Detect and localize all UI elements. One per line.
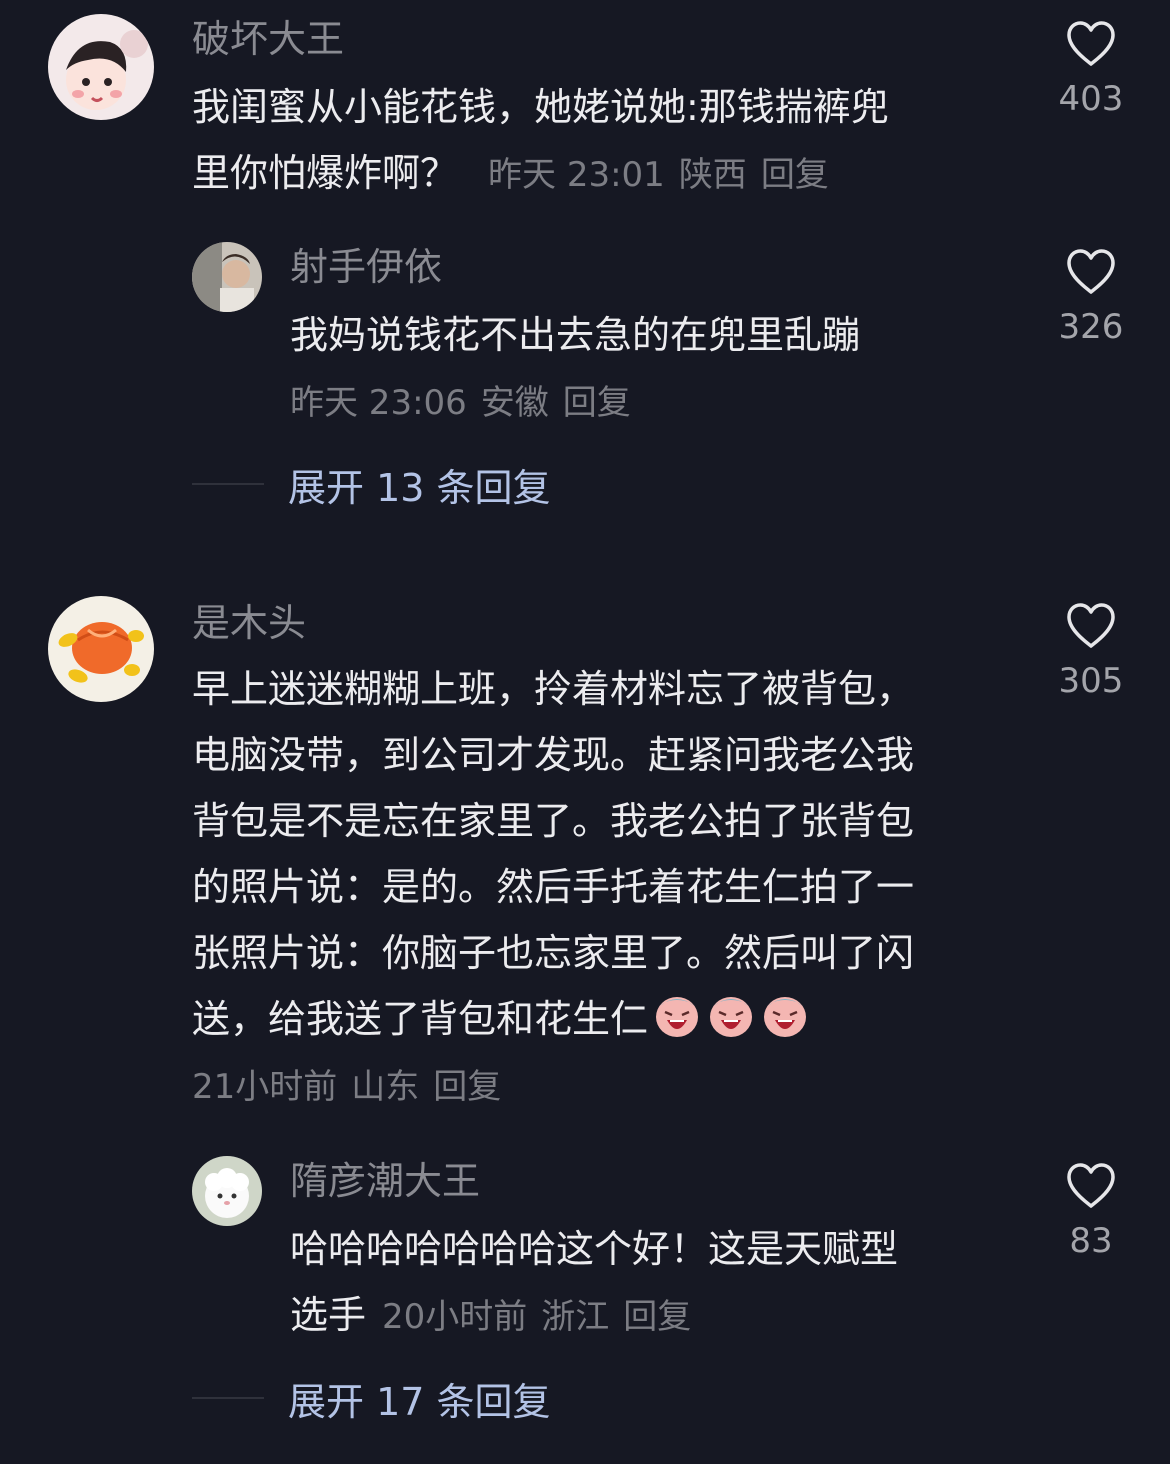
crying-laughing-emoji-icon [656,997,699,1037]
reply-username[interactable]: 射手伊依 [290,248,442,286]
comment-username[interactable]: 破坏大王 [192,20,344,58]
comment-line: 电脑没带，到公司才发现。赶紧问我老公我 [192,733,915,777]
reply-line: 选手 [290,1293,367,1337]
comment-line: 送，给我送了背包和花生仁 [192,997,649,1041]
like-button[interactable]: 326 [1058,248,1124,344]
reply-location: 安徽 [480,383,549,423]
comment-meta: 21小时前 山东 回复 [192,1070,501,1104]
reply-username[interactable]: 隋彦潮大王 [290,1162,480,1200]
comment-username[interactable]: 是木头 [192,604,306,642]
like-count: 305 [1058,661,1124,701]
reply-meta: 20小时前 浙江 回复 [382,1297,691,1337]
reply-time: 20小时前 [382,1297,528,1337]
like-button[interactable]: 305 [1058,602,1124,698]
heart-icon [1067,21,1115,66]
reply-button[interactable]: 回复 [623,1297,691,1337]
comment-text: 早上迷迷糊糊上班，拎着材料忘了被背包， 电脑没带，到公司才发现。赶紧问我老公我 … [192,656,914,1052]
like-button[interactable]: 83 [1058,1162,1124,1258]
reply-line: 哈哈哈哈哈哈哈这个好！这是天赋型 [290,1227,899,1271]
reply-button[interactable]: 回复 [433,1067,501,1107]
crying-laughing-emoji-icon [710,997,753,1037]
expand-replies-label[interactable]: 展开 13 条回复 [288,457,551,512]
avatar[interactable] [192,242,262,312]
comment-time: 21小时前 [192,1067,338,1107]
comment-line: 的照片说：是的。然后手托着花生仁拍了一 [192,865,915,909]
reply-button[interactable]: 回复 [563,383,631,423]
reply-text: 哈哈哈哈哈哈哈这个好！这是天赋型 选手 20小时前 浙江 回复 [290,1216,898,1350]
heart-icon [1067,603,1115,648]
reply-meta: 昨天 23:06 安徽 回复 [290,386,631,420]
reply-button[interactable]: 回复 [761,155,829,195]
like-count: 403 [1058,79,1124,119]
avatar[interactable] [192,1156,262,1226]
comment-meta: 昨天 23:01 陕西 回复 [488,155,829,195]
like-count: 83 [1069,1221,1113,1261]
reply-location: 浙江 [541,1297,610,1337]
divider [192,483,264,485]
comment-line: 背包是不是忘在家里了。我老公拍了张背包 [192,799,915,843]
reply-time: 昨天 23:06 [290,383,467,423]
comment-text: 我闺蜜从小能花钱，她姥说她:那钱揣裤兜 里你怕爆炸啊？ 昨天 23:01 陕西 回复 [192,74,889,208]
expand-replies-button[interactable]: 展开 17 条回复 [192,1368,551,1428]
comment-line: 里你怕爆炸啊？ [192,151,459,195]
expand-replies-button[interactable]: 展开 13 条回复 [192,454,551,514]
divider [192,1397,264,1399]
comment-location: 山东 [351,1067,420,1107]
expand-replies-label[interactable]: 展开 17 条回复 [288,1371,551,1426]
comment-line: 张照片说：你脑子也忘家里了。然后叫了闪 [192,931,915,975]
comment-location: 陕西 [678,155,747,195]
like-count: 326 [1058,307,1124,347]
comment-list: 破坏大王 我闺蜜从小能花钱，她姥说她:那钱揣裤兜 里你怕爆炸啊？ 昨天 23:01… [0,0,1170,1464]
comment-line: 早上迷迷糊糊上班，拎着材料忘了被背包， [192,667,915,711]
heart-icon [1067,249,1115,294]
avatar[interactable] [48,14,154,120]
avatar[interactable] [48,596,154,702]
comment-time: 昨天 23:01 [488,155,665,195]
reply-text: 我妈说钱花不出去急的在兜里乱蹦 [290,313,861,357]
like-button[interactable]: 403 [1058,20,1124,116]
comment-line: 我闺蜜从小能花钱，她姥说她:那钱揣裤兜 [192,85,889,129]
heart-icon [1067,1163,1115,1208]
crying-laughing-emoji-icon [764,997,807,1037]
